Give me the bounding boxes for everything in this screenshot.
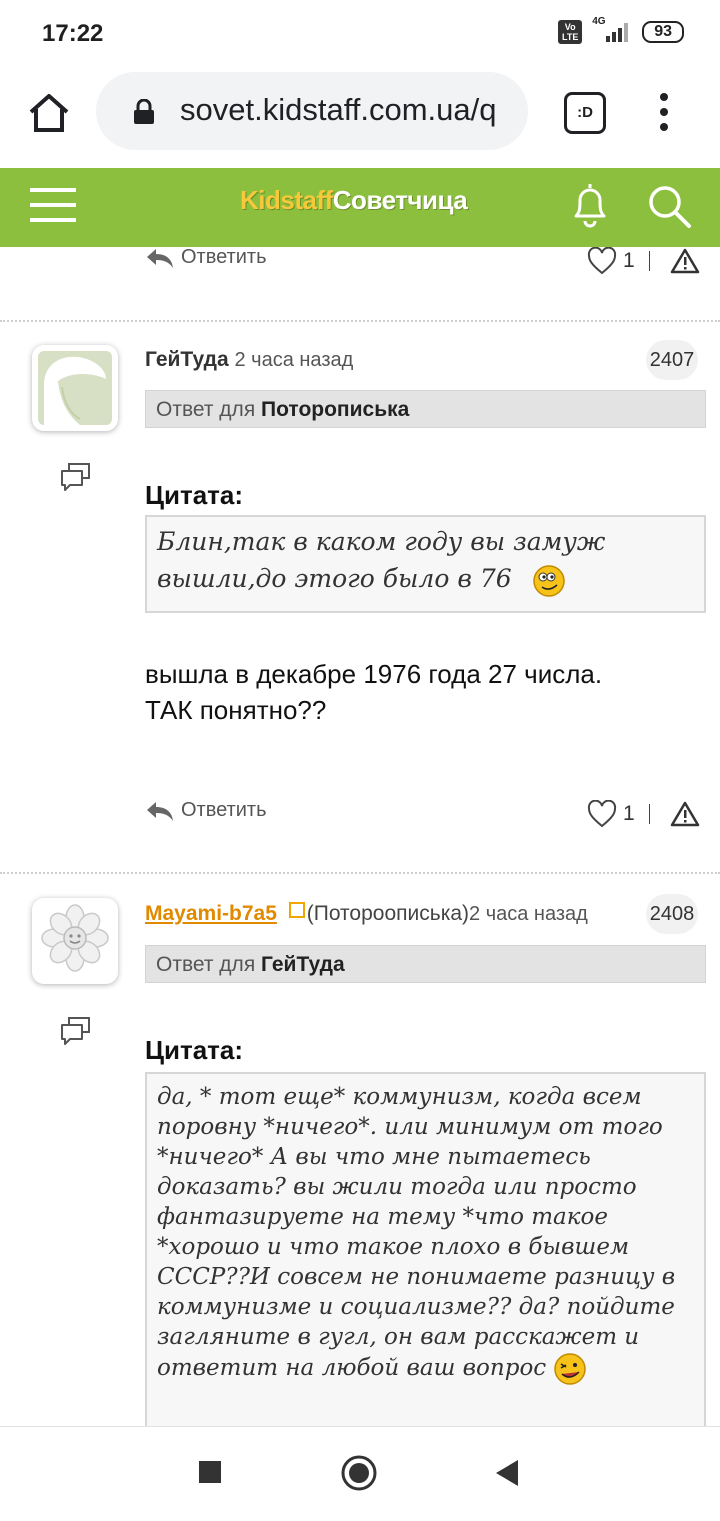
reply-to-bar: Ответ для ГейТуда — [145, 945, 706, 983]
avatar[interactable] — [32, 898, 118, 984]
quote-text: да, * тот еще* коммунизм, когда всем пор… — [157, 1084, 676, 1381]
post-author: Mayami-b7a5 (Потороописька)2 часа назад — [145, 902, 635, 926]
online-status-icon — [288, 902, 305, 918]
hamburger-icon[interactable] — [30, 186, 76, 224]
back-triangle-icon[interactable] — [494, 1458, 520, 1488]
tabs-icon[interactable]: :D — [564, 92, 606, 134]
reply-to-user[interactable]: Поторописька — [261, 398, 409, 421]
quote-box: да, * тот еще* коммунизм, когда всем пор… — [145, 1072, 706, 1432]
volte-icon: Vo LTE — [558, 20, 583, 44]
quote-label: Цитата: — [145, 480, 244, 510]
quote-bubbles-icon[interactable] — [60, 1016, 92, 1046]
post-time: 2 часа назад — [469, 903, 588, 925]
logo-sovetchitsa: Советчица — [332, 185, 468, 215]
post-actions: 1 — [587, 800, 700, 828]
divider — [648, 251, 650, 271]
bell-icon[interactable] — [566, 180, 614, 230]
heart-icon[interactable] — [587, 800, 617, 828]
status-indicators: Vo LTE 4G 93 — [558, 16, 684, 44]
quote-box: Блин,так в каком году вы замуж вышли,до … — [145, 515, 706, 613]
reply-arrow-icon — [147, 248, 173, 268]
reply-label: Ответить — [181, 799, 267, 821]
author-note: (Потороописька) — [306, 902, 470, 925]
avatar-face-icon — [38, 351, 112, 425]
lock-icon — [134, 99, 154, 124]
quote-bubbles-icon[interactable] — [60, 462, 92, 492]
like-count: 1 — [623, 802, 635, 825]
author-name[interactable]: Mayami-b7a5 — [145, 902, 277, 925]
battery-indicator: 93 — [642, 21, 684, 43]
heart-icon[interactable] — [587, 247, 617, 275]
reply-button[interactable]: Ответить — [145, 246, 267, 269]
stop-square-icon[interactable] — [198, 1460, 222, 1484]
status-time: 17:22 — [42, 20, 104, 47]
author-name[interactable]: ГейТуда — [145, 348, 229, 371]
home-circle-icon[interactable] — [340, 1454, 378, 1492]
url-text[interactable]: sovet.kidstaff.com.ua/q — [180, 92, 510, 128]
reply-to-user[interactable]: ГейТуда — [261, 953, 345, 976]
site-logo[interactable]: KidstaffСоветчица — [240, 185, 468, 216]
post-body-line: вышла в декабре 1976 года 27 числа. — [145, 659, 603, 689]
reply-button[interactable]: Ответить — [145, 799, 267, 822]
warning-icon[interactable] — [670, 248, 700, 274]
menu-kebab-icon[interactable] — [650, 90, 678, 134]
home-icon[interactable] — [24, 88, 74, 138]
reply-to-bar: Ответ для Поторописька — [145, 390, 706, 428]
warning-icon[interactable] — [670, 801, 700, 827]
search-icon[interactable] — [646, 183, 692, 229]
post-divider — [0, 872, 720, 874]
post-author[interactable]: ГейТуда 2 часа назад — [145, 348, 353, 372]
post-divider — [0, 320, 720, 322]
smiley-icon — [554, 1353, 587, 1385]
avatar[interactable] — [32, 345, 118, 431]
quote-label: Цитата: — [145, 1035, 244, 1065]
signal-icon: 4G — [592, 16, 632, 44]
post-body-line: ТАК понятно?? — [145, 695, 327, 725]
reply-arrow-icon — [147, 801, 173, 821]
like-count: 1 — [623, 249, 635, 272]
reply-label: Ответить — [181, 246, 267, 268]
post-number-badge: 2407 — [646, 340, 698, 380]
smiley-icon — [532, 564, 565, 597]
reply-to-prefix: Ответ для — [156, 953, 256, 976]
post-actions: 1 — [587, 247, 700, 275]
reply-to-prefix: Ответ для — [156, 398, 256, 421]
logo-kidstaff: Kidstaff — [240, 185, 333, 215]
post-time: 2 часа назад — [234, 349, 354, 371]
divider — [648, 804, 650, 824]
avatar-flower-icon — [41, 904, 109, 972]
post-number-badge: 2408 — [646, 894, 698, 934]
post-body: вышла в декабре 1976 года 27 числа. ТАК … — [145, 656, 705, 728]
